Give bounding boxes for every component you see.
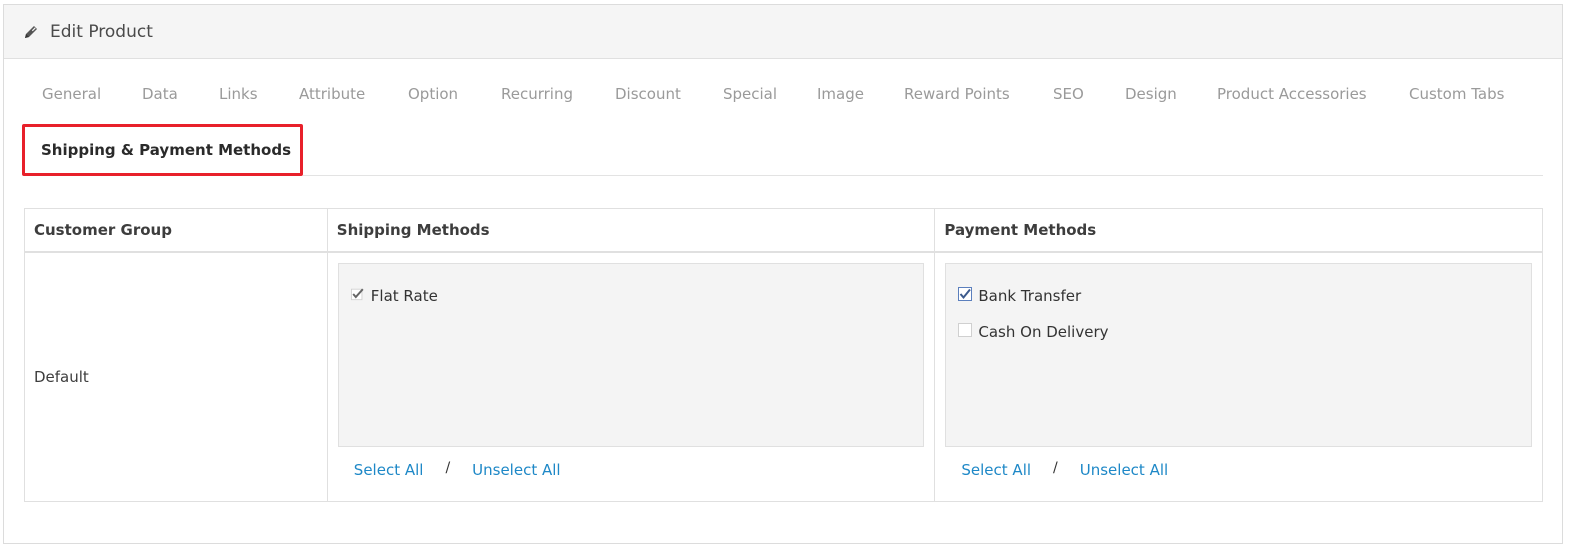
- shipping-flat-rate-checkbox[interactable]: [350, 287, 365, 301]
- tab-discount[interactable]: Discount: [615, 85, 681, 103]
- payment-methods-list: Bank Transfer Cash On Delivery: [945, 263, 1532, 447]
- tab-option[interactable]: Option: [408, 85, 458, 103]
- shipping-select-links: Select All / Unselect All: [328, 460, 935, 479]
- tab-attribute[interactable]: Attribute: [299, 85, 365, 103]
- page-title: Edit Product: [50, 21, 153, 42]
- shipping-method-label: Flat Rate: [370, 287, 438, 305]
- payment-method-label: Bank Transfer: [978, 287, 1082, 305]
- tab-product-accessories[interactable]: Product Accessories: [1217, 85, 1367, 103]
- payment-select-links: Select All / Unselect All: [935, 460, 1542, 479]
- payment-select-all-link[interactable]: Select All: [961, 461, 1031, 479]
- table-row: Default Flat Rate Select All / Unselect …: [24, 251, 1543, 502]
- tab-general[interactable]: General: [42, 85, 101, 103]
- header-shipping-methods: Shipping Methods: [326, 208, 936, 253]
- header-payment-methods: Payment Methods: [934, 208, 1543, 253]
- tab-special[interactable]: Special: [723, 85, 777, 103]
- pencil-icon: [22, 23, 40, 41]
- tab-recurring[interactable]: Recurring: [501, 85, 573, 103]
- tab-shipping-payment-methods[interactable]: Shipping & Payment Methods: [22, 124, 303, 176]
- tab-seo[interactable]: SEO: [1053, 85, 1084, 103]
- payment-method-item[interactable]: Cash On Delivery: [958, 322, 1531, 342]
- payment-cash-on-delivery-checkbox[interactable]: [958, 323, 973, 337]
- tabs-divider: [303, 175, 1543, 176]
- tab-custom-tabs[interactable]: Custom Tabs: [1409, 85, 1504, 103]
- payment-methods-cell: Bank Transfer Cash On Delivery Select Al…: [934, 251, 1543, 502]
- shipping-methods-list: Flat Rate: [337, 263, 925, 447]
- link-separator: /: [1053, 460, 1058, 476]
- header-customer-group: Customer Group: [24, 208, 328, 253]
- edit-product-panel: Edit Product General Data Links Attribut…: [3, 4, 1563, 544]
- methods-table: Customer Group Shipping Methods Payment …: [24, 208, 1543, 502]
- payment-method-item[interactable]: Bank Transfer: [958, 286, 1531, 306]
- shipping-methods-cell: Flat Rate Select All / Unselect All: [326, 251, 936, 502]
- tab-data[interactable]: Data: [142, 85, 178, 103]
- table-header-row: Customer Group Shipping Methods Payment …: [24, 208, 1543, 253]
- payment-unselect-all-link[interactable]: Unselect All: [1080, 461, 1168, 479]
- tab-links[interactable]: Links: [219, 85, 258, 103]
- link-separator: /: [445, 460, 451, 476]
- tab-reward-points[interactable]: Reward Points: [904, 85, 1010, 103]
- panel-heading: Edit Product: [4, 5, 1562, 59]
- tab-design[interactable]: Design: [1125, 85, 1177, 103]
- payment-bank-transfer-checkbox[interactable]: [958, 287, 973, 301]
- payment-method-label: Cash On Delivery: [978, 323, 1109, 341]
- shipping-method-item[interactable]: Flat Rate: [350, 286, 924, 306]
- shipping-unselect-all-link[interactable]: Unselect All: [472, 461, 560, 479]
- customer-group-cell: Default: [24, 251, 328, 502]
- shipping-select-all-link[interactable]: Select All: [354, 461, 424, 479]
- tab-image[interactable]: Image: [817, 85, 864, 103]
